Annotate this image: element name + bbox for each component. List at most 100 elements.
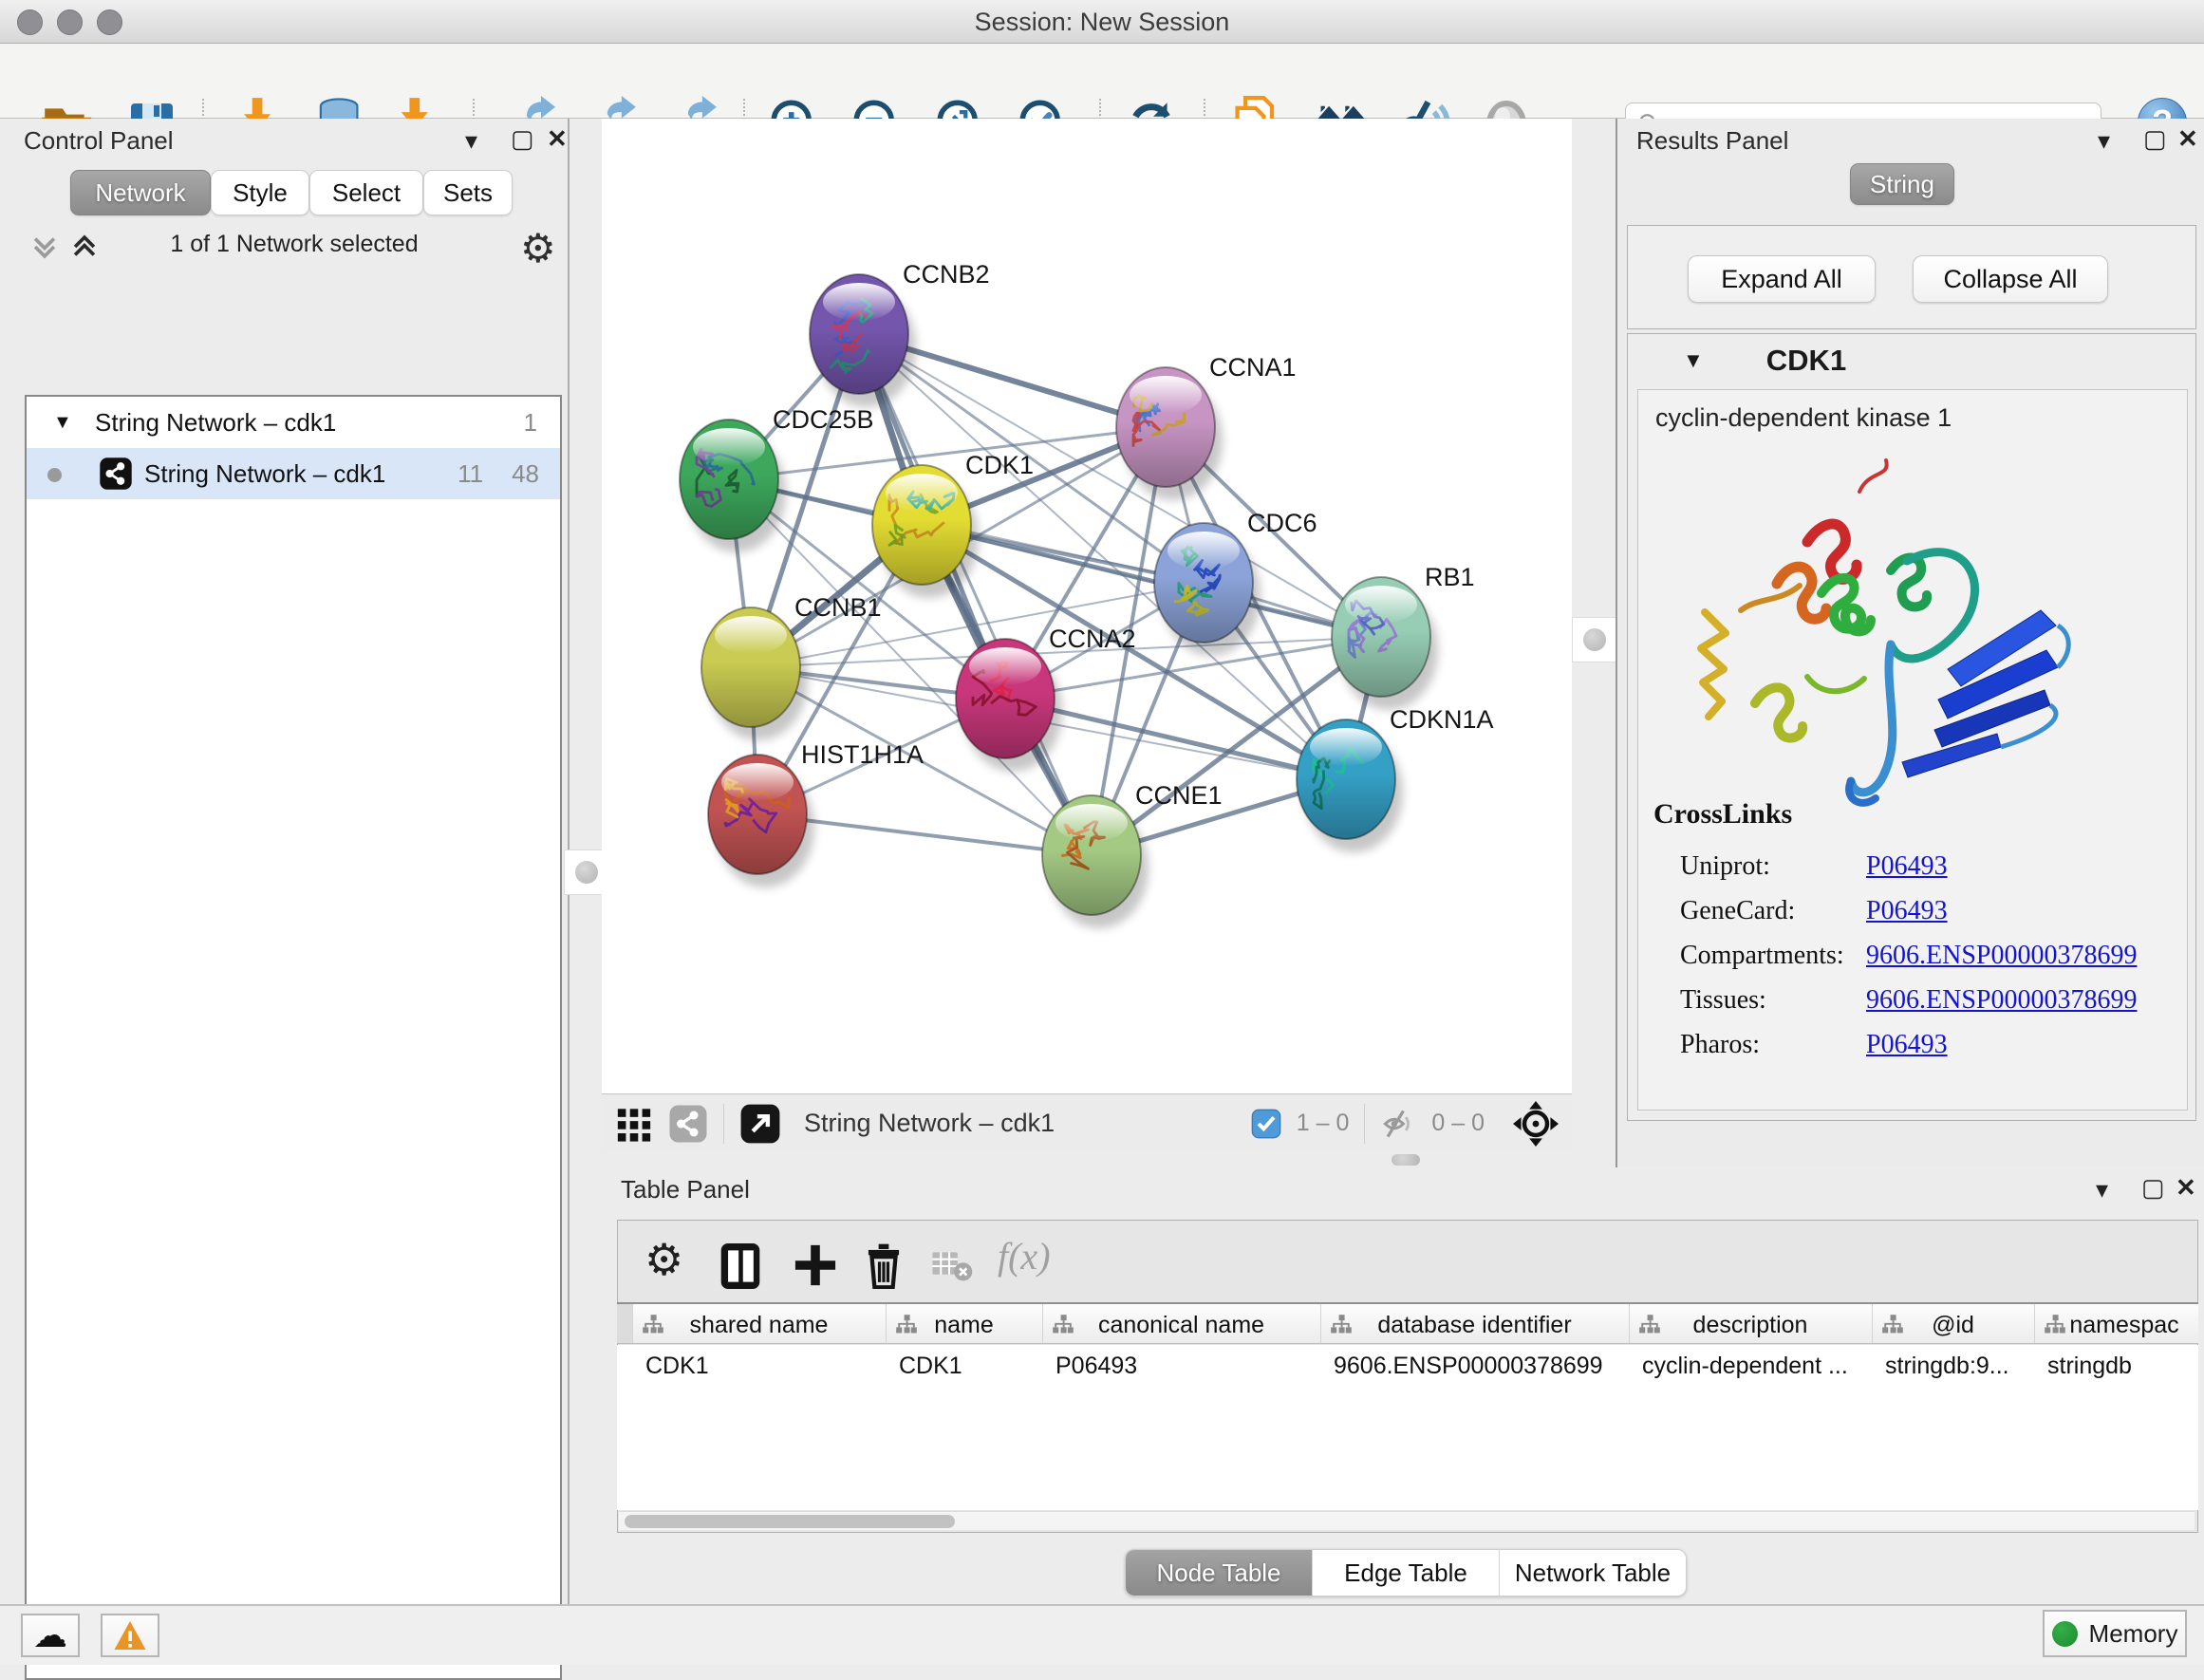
string-network-icon	[99, 457, 133, 491]
table-panel-close-icon[interactable]: ✕	[2176, 1175, 2196, 1200]
node-HIST1H1A[interactable]: HIST1H1A	[708, 740, 924, 887]
birds-eye-crosshair-icon[interactable]	[1513, 1101, 1559, 1147]
function-builder-icon-disabled: f(x)	[998, 1234, 1051, 1279]
left-splitter[interactable]	[570, 119, 602, 1604]
grid-view-icon[interactable]	[615, 1105, 653, 1143]
node-label: CDKN1A	[1390, 705, 1494, 734]
horizontal-splitter-handle[interactable]	[1392, 1154, 1420, 1166]
column-header-3[interactable]: database identifier	[1320, 1304, 1630, 1344]
results-panel-float-icon[interactable]: ▢	[2143, 126, 2167, 151]
network-collection-row[interactable]: ▼ String Network – cdk1 1	[27, 397, 560, 448]
window-close-button[interactable]	[17, 9, 43, 35]
node-label: CDK1	[965, 451, 1034, 479]
column-header-1[interactable]: name	[886, 1304, 1043, 1344]
string-share-icon[interactable]	[668, 1104, 708, 1144]
node-RB1[interactable]: RB1	[1332, 563, 1475, 710]
expand-all-networks-icon[interactable]	[68, 231, 101, 268]
results-actions-box: Expand All Collapse All	[1627, 225, 2196, 329]
tab-sets[interactable]: Sets	[423, 170, 513, 215]
cell-4[interactable]: cyclin-dependent ...	[1629, 1345, 1885, 1387]
tab-style[interactable]: Style	[211, 170, 309, 215]
cell-1[interactable]: CDK1	[886, 1345, 1055, 1387]
section-collapse-arrow-icon[interactable]: ▼	[1683, 348, 1704, 373]
node-CCNB2[interactable]: CCNB2	[810, 260, 990, 407]
network-canvas[interactable]: CCNB2 CCNA1 CDC25B CDK1 CDC6RB1 CCNB1 CCNA2 CDK…	[602, 119, 1572, 1093]
window-zoom-button[interactable]	[97, 9, 122, 35]
gene-section: ▼ CDK1 cyclin-dependent kinase 1	[1627, 333, 2196, 1121]
network-edge-count: 48	[512, 459, 551, 489]
tab-edge-table[interactable]: Edge Table	[1313, 1550, 1500, 1596]
cell-6[interactable]: stringdb	[2034, 1345, 2198, 1387]
node-CDKN1A[interactable]: CDKN1A	[1297, 705, 1494, 852]
crosslink-link[interactable]: 9606.ENSP00000378699	[1866, 941, 2137, 971]
column-header-6[interactable]: namespac	[2034, 1304, 2198, 1344]
crosslink-link[interactable]: P06493	[1866, 896, 1948, 926]
collection-count: 1	[524, 408, 551, 438]
table-horizontal-scrollbar[interactable]	[619, 1511, 2195, 1530]
horizontal-splitter[interactable]	[602, 1152, 1616, 1167]
table-header-row: shared namenamecanonical namedatabase id…	[617, 1302, 2198, 1344]
warnings-button[interactable]	[101, 1614, 159, 1657]
node-CDC25B[interactable]: CDC25B	[680, 405, 874, 552]
collection-expand-arrow-icon[interactable]: ▼	[36, 412, 95, 434]
window-minimize-button[interactable]	[57, 9, 83, 35]
network-options-gear-icon[interactable]: ⚙	[520, 225, 556, 271]
crosslinks-list: Uniprot:P06493GeneCard:P06493Compartment…	[1680, 844, 2174, 1067]
table-columns-icon[interactable]	[718, 1241, 763, 1291]
delete-column-trash-icon[interactable]	[863, 1241, 905, 1289]
control-panel-float-icon[interactable]: ▢	[511, 126, 534, 151]
tab-select[interactable]: Select	[309, 170, 423, 215]
column-header-5[interactable]: @id	[1872, 1304, 2035, 1344]
hidden-eye-icon[interactable]	[1380, 1106, 1416, 1142]
node-label: CCNB1	[794, 593, 882, 622]
gene-section-header[interactable]: ▼ CDK1	[1628, 334, 2195, 387]
cloud-button[interactable]: ☁	[21, 1614, 80, 1657]
collapse-all-networks-icon[interactable]	[28, 231, 61, 268]
cell-5[interactable]: stringdb:9...	[1872, 1345, 2047, 1387]
network-list: ▼ String Network – cdk1 1 String Network…	[25, 395, 562, 1680]
node-CCNA1[interactable]: CCNA1	[1116, 353, 1297, 500]
control-panel-close-icon[interactable]: ✕	[547, 126, 568, 151]
scrollbar-thumb[interactable]	[625, 1515, 955, 1528]
cell-0[interactable]: CDK1	[632, 1345, 899, 1387]
tab-node-table[interactable]: Node Table	[1126, 1550, 1313, 1596]
open-in-new-window-icon[interactable]	[739, 1103, 781, 1145]
gene-description: cyclin-dependent kinase 1	[1655, 403, 1952, 433]
table-panel-collapse-icon[interactable]: ▾	[2096, 1177, 2108, 1202]
right-splitter[interactable]	[1572, 119, 1616, 1152]
crosslink-link[interactable]: P06493	[1866, 851, 1948, 882]
memory-button[interactable]: Memory	[2043, 1610, 2187, 1657]
tab-network[interactable]: Network	[70, 170, 211, 215]
table-settings-gear-icon[interactable]: ⚙	[644, 1234, 683, 1285]
tab-string[interactable]: String	[1850, 163, 1954, 205]
column-header-0[interactable]: shared name	[632, 1304, 887, 1344]
column-header-2[interactable]: canonical name	[1042, 1304, 1321, 1344]
hidden-count: 0 – 0	[1431, 1110, 1485, 1137]
crosslink-row-2: Compartments:9606.ENSP00000378699	[1680, 933, 2174, 978]
cell-3[interactable]: 9606.ENSP00000378699	[1320, 1345, 1642, 1387]
collapse-all-button[interactable]: Collapse All	[1913, 255, 2108, 303]
right-splitter-handle[interactable]	[1572, 617, 1617, 663]
crosslink-link[interactable]: 9606.ENSP00000378699	[1866, 985, 2137, 1016]
node-CCNE1[interactable]: CCNE1	[1042, 781, 1223, 928]
node-CCNB1[interactable]: CCNB1	[701, 593, 882, 740]
results-panel-collapse-icon[interactable]: ▾	[2098, 128, 2110, 153]
network-graph[interactable]: CCNB2 CCNA1 CDC25B CDK1 CDC6RB1 CCNB1 CCNA2 CDK…	[602, 119, 1572, 1093]
add-column-icon[interactable]	[794, 1243, 837, 1287]
results-panel-close-icon[interactable]: ✕	[2177, 126, 2198, 151]
expand-all-button[interactable]: Expand All	[1688, 255, 1876, 303]
table-panel-float-icon[interactable]: ▢	[2141, 1175, 2165, 1200]
node-CDC6[interactable]: CDC6	[1154, 509, 1317, 656]
table-row[interactable]: CDK1CDK1P064939606.ENSP00000378699cyclin…	[617, 1345, 2198, 1387]
column-header-4[interactable]: description	[1629, 1304, 1873, 1344]
crosslink-link[interactable]: P06493	[1866, 1030, 1948, 1060]
edge-CCNB2-CCNE1[interactable]	[859, 334, 1092, 855]
cell-2[interactable]: P06493	[1042, 1345, 1334, 1387]
node-label: CCNA2	[1049, 625, 1136, 653]
control-panel-collapse-icon[interactable]: ▾	[465, 128, 477, 153]
tab-network-table[interactable]: Network Table	[1500, 1550, 1686, 1596]
selected-checkbox-icon[interactable]	[1251, 1109, 1281, 1139]
edge-CDK1-RB1[interactable]	[922, 525, 1381, 637]
network-row[interactable]: String Network – cdk1 11 48	[27, 448, 560, 499]
warning-icon	[113, 1619, 147, 1652]
